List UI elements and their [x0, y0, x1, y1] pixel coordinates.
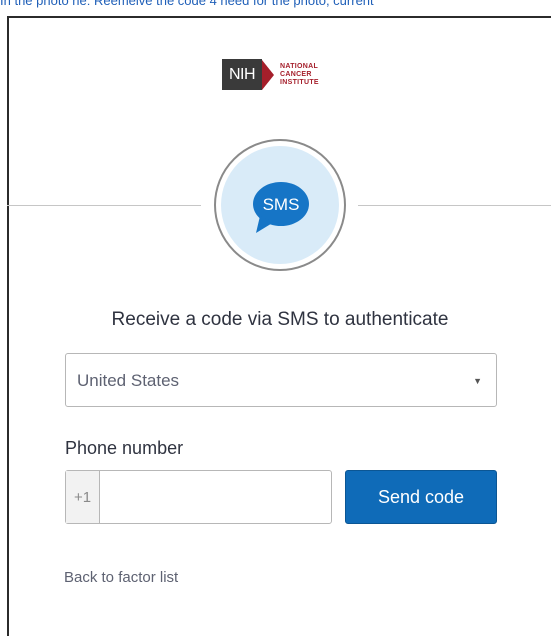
phone-number-label: Phone number — [65, 438, 184, 458]
top-link[interactable]: In the photo he: Reemeive the code 4 nee… — [0, 0, 551, 8]
logo-line-3: INSTITUTE — [280, 78, 319, 86]
phone-field-group: +1 — [65, 470, 332, 524]
country-select-value: United States — [77, 371, 180, 390]
factor-badge: SMS — [214, 139, 346, 271]
page-title: Receive a code via SMS to authenticate — [111, 309, 449, 330]
logo-line-2: CANCER — [280, 70, 312, 78]
nih-arrow — [262, 59, 274, 90]
dropdown-arrow-icon: ▼ — [473, 376, 482, 386]
phone-country-code: +1 — [66, 471, 100, 523]
sms-bubble-icon: SMS — [253, 182, 309, 233]
send-code-button[interactable]: Send code — [345, 470, 497, 524]
sms-icon-text: SMS — [263, 195, 300, 214]
divider-right — [358, 205, 551, 206]
nci-wordmark: NATIONAL CANCER INSTITUTE — [280, 63, 319, 87]
phone-number-input[interactable] — [100, 471, 331, 523]
divider-left — [7, 205, 201, 206]
nci-logo: NIH NATIONAL CANCER INSTITUTE — [222, 59, 319, 90]
nih-mark: NIH — [222, 59, 262, 90]
back-to-factor-list-link[interactable]: Back to factor list — [64, 569, 178, 586]
logo-line-1: NATIONAL — [280, 62, 319, 70]
country-select[interactable]: United States ▼ — [65, 353, 497, 407]
factor-badge-inner: SMS — [221, 146, 339, 264]
